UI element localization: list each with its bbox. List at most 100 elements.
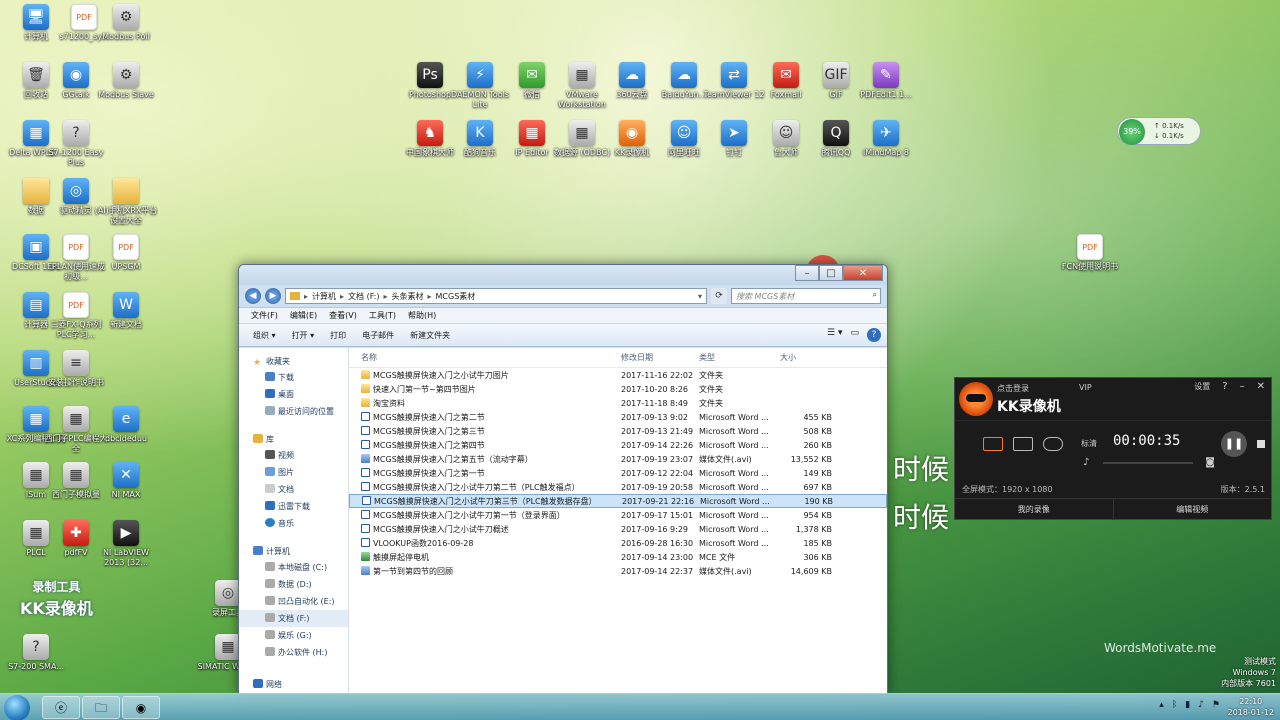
col-date[interactable]: 修改日期 xyxy=(619,352,699,363)
file-row[interactable]: 快速入门第一节~第四节图片 2017-10-20 8:26 文件夹 xyxy=(349,382,887,396)
search-input[interactable]: 搜索 MCGS素材 ⌕ xyxy=(731,288,881,304)
volume-slider[interactable] xyxy=(1103,462,1193,464)
menu-file[interactable]: 文件(F) xyxy=(251,310,278,321)
help-icon[interactable]: ? xyxy=(867,328,881,342)
clock[interactable]: 22:10 2018-01-12 xyxy=(1228,696,1275,718)
menu-tools[interactable]: 工具(T) xyxy=(369,310,396,321)
file-row[interactable]: MCGS触摸屏快速入门之小试牛刀第三节（PLC触发数据存盘） 2017-09-21… xyxy=(349,494,887,508)
file-row[interactable]: 淘宝资料 2017-11-18 8:49 文件夹 xyxy=(349,396,887,410)
nav-documents[interactable]: 文档 xyxy=(239,481,348,498)
login-link[interactable]: 点击登录 xyxy=(997,383,1029,394)
bluetooth-icon[interactable]: ᛒ xyxy=(1172,700,1177,710)
edit-video-button[interactable]: 编辑视频 xyxy=(1112,499,1272,520)
pause-button[interactable]: ❚❚ xyxy=(1221,431,1247,457)
ie-taskbar-icon[interactable]: ⓔ xyxy=(42,696,80,719)
col-size[interactable]: 大小 xyxy=(774,352,832,363)
desktop-shortcut[interactable]: ? S7-1200 Easy Plus xyxy=(44,120,108,168)
organize-button[interactable]: 组织 ▾ xyxy=(253,330,276,341)
menu-edit[interactable]: 编辑(E) xyxy=(290,310,317,321)
back-button[interactable]: ◀ xyxy=(245,288,261,304)
file-row[interactable]: MCGS触摸屏快速入门之第三节 2017-09-13 21:49 Microsoft… xyxy=(349,424,887,438)
window-mode-icon[interactable] xyxy=(1013,437,1033,451)
desktop-shortcut[interactable]: ✕ NI MAX xyxy=(94,462,158,500)
desktop-shortcut[interactable]: ? S7-200 SMA... xyxy=(4,634,68,672)
desktop-shortcut[interactable]: PDF UPSGM xyxy=(94,234,158,272)
nav-drive-e[interactable]: 凹凸自动化 (E:) xyxy=(239,593,348,610)
nav-favorites[interactable]: ★ 收藏夹 xyxy=(239,352,348,369)
col-type[interactable]: 类型 xyxy=(699,352,774,363)
start-button[interactable] xyxy=(4,695,30,720)
volume-icon[interactable]: ♪ xyxy=(1083,457,1089,468)
desktop-shortcut[interactable]: ✎ PDFEdit1.1... xyxy=(854,62,918,100)
file-row[interactable]: 触摸屏起停电机 2017-09-14 23:00 MCE 文件 306 KB xyxy=(349,550,887,564)
quality-select[interactable]: 标清 xyxy=(1081,438,1097,449)
game-mode-icon[interactable] xyxy=(1043,437,1063,451)
maximize-button[interactable]: □ xyxy=(819,265,843,281)
close-button[interactable]: ✕ xyxy=(843,265,883,281)
nav-drive-f[interactable]: 文档 (F:) xyxy=(239,610,348,627)
breadcrumb-computer[interactable]: 计算机 xyxy=(312,291,336,302)
minimize-icon[interactable]: – xyxy=(1240,381,1245,392)
kk-taskbar-icon[interactable]: ◉ xyxy=(122,696,160,719)
tray-icon[interactable]: ▴ xyxy=(1159,700,1164,710)
explorer-taskbar-icon[interactable]: 🗀 xyxy=(82,696,120,719)
nav-network[interactable]: 网络 xyxy=(239,675,348,692)
network-icon[interactable]: ▮ xyxy=(1185,700,1190,710)
nav-pictures[interactable]: 图片 xyxy=(239,464,348,481)
desktop-shortcut[interactable]: (AI)手机XRX平台设置大全 xyxy=(94,178,158,226)
nav-computer[interactable]: 计算机 xyxy=(239,542,348,559)
desktop-shortcut[interactable]: ⚙ Modbus Poll xyxy=(94,4,158,42)
open-button[interactable]: 打开 ▾ xyxy=(292,330,315,341)
desktop-shortcut[interactable]: ✈ iMindMap 8 xyxy=(854,120,918,158)
settings-link[interactable]: 设置 xyxy=(1194,381,1210,392)
nav-drive-g[interactable]: 娱乐 (G:) xyxy=(239,627,348,644)
stop-button[interactable] xyxy=(1257,440,1265,448)
nav-recent[interactable]: 最近访问的位置 xyxy=(239,403,348,420)
network-speed-widget[interactable]: 39% ↑ 0.1K/s ↓ 0.1K/s xyxy=(1117,117,1201,145)
breadcrumb-folder[interactable]: 头条素材 xyxy=(392,291,424,302)
forward-button[interactable]: ▶ xyxy=(265,288,281,304)
my-recordings-button[interactable]: 我的录像 xyxy=(955,499,1113,520)
file-row[interactable]: MCGS触摸屏快速入门之小试牛刀第二节（PLC触发福点） 2017-09-19 2… xyxy=(349,480,887,494)
nav-libraries[interactable]: 库 xyxy=(239,430,348,447)
nav-xunlei[interactable]: 迅雷下载 xyxy=(239,498,348,515)
address-bar[interactable]: ▸ 计算机 ▸ 文档 (F:) ▸ 头条素材 ▸ MCGS素材 ▾ xyxy=(285,288,707,304)
desktop-shortcut[interactable]: ▶ NI LabVIEW 2013 (32... xyxy=(94,520,158,568)
print-button[interactable]: 打印 xyxy=(330,330,346,341)
vip-badge[interactable]: VIP xyxy=(1079,383,1092,392)
menu-help[interactable]: 帮助(H) xyxy=(408,310,436,321)
file-row[interactable]: MCGS触摸屏快速入门之第一节 2017-09-12 22:04 Microsoft… xyxy=(349,466,887,480)
nav-videos[interactable]: 视频 xyxy=(239,447,348,464)
nav-drive-h[interactable]: 办公软件 (H:) xyxy=(239,644,348,661)
file-row[interactable]: VLOOKUP函数2016-09-28 2016-09-28 16:30 Micro… xyxy=(349,536,887,550)
desktop-shortcut[interactable]: ≡ 安装操作说明书 xyxy=(44,350,108,388)
breadcrumb-drive[interactable]: 文档 (F:) xyxy=(348,291,379,302)
new-folder-button[interactable]: 新建文件夹 xyxy=(410,330,450,341)
file-row[interactable]: MCGS触摸屏快速入门之小试牛刀第一节（登录界面） 2017-09-17 15:0… xyxy=(349,508,887,522)
desktop-shortcut[interactable]: PDF FCN使用说明书 xyxy=(1058,234,1122,272)
file-row[interactable]: 第一节到第四节的回顾 2017-09-14 22:37 媒体文件(.avi) 14,6… xyxy=(349,564,887,578)
desktop-shortcut[interactable]: e dbcideduu xyxy=(94,406,158,444)
close-icon[interactable]: ✕ xyxy=(1257,381,1265,392)
nav-desktop[interactable]: 桌面 xyxy=(239,386,348,403)
file-row[interactable]: MCGS触摸屏快速入门之第二节 2017-09-13 9:02 Microsoft … xyxy=(349,410,887,424)
nav-drive-c[interactable]: 本地磁盘 (C:) xyxy=(239,559,348,576)
help-icon[interactable]: ? xyxy=(1222,381,1227,392)
preview-pane-icon[interactable]: ▭ xyxy=(850,328,859,342)
breadcrumb-current[interactable]: MCGS素材 xyxy=(436,291,476,302)
view-options-icon[interactable]: ☰ ▾ xyxy=(827,328,842,342)
file-row[interactable]: MCGS触摸屏快速入门之小试牛刀图片 2017-11-16 22:02 文件夹 xyxy=(349,368,887,382)
refresh-icon[interactable]: ⟳ xyxy=(711,288,727,304)
email-button[interactable]: 电子邮件 xyxy=(362,330,394,341)
nav-music[interactable]: 音乐 xyxy=(239,515,348,532)
volume-icon[interactable]: ♪ xyxy=(1198,700,1204,710)
file-row[interactable]: MCGS触摸屏快速入门之第四节 2017-09-14 22:26 Microsoft… xyxy=(349,438,887,452)
file-row[interactable]: MCGS触摸屏快速入门之第五节（流动字幕） 2017-09-19 23:07 媒体文… xyxy=(349,452,887,466)
menu-view[interactable]: 查看(V) xyxy=(329,310,357,321)
nav-drive-d[interactable]: 数据 (D:) xyxy=(239,576,348,593)
flag-icon[interactable]: ⚑ xyxy=(1212,700,1220,710)
camera-icon[interactable]: ◙ xyxy=(1205,457,1215,468)
nav-downloads[interactable]: 下载 xyxy=(239,369,348,386)
fullscreen-mode-icon[interactable] xyxy=(983,437,1003,451)
title-bar[interactable]: – □ ✕ xyxy=(239,265,887,285)
